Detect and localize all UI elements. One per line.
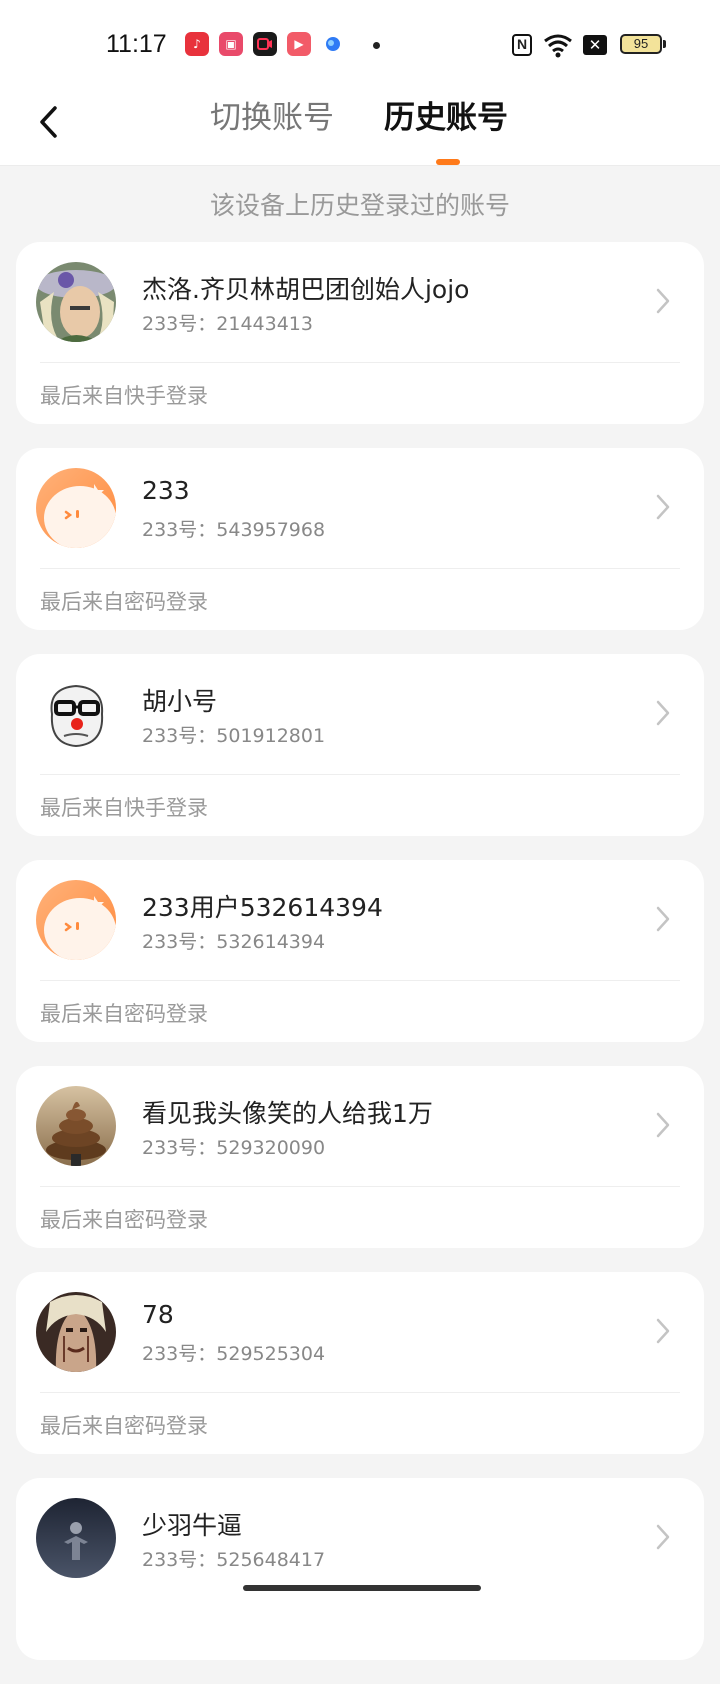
last-login-source: 最后来自密码登录 xyxy=(40,590,208,614)
account-avatar xyxy=(36,1086,116,1166)
account-name: 看见我头像笑的人给我1万 xyxy=(142,1099,433,1128)
chevron-right-icon xyxy=(656,288,670,314)
account-name: 杰洛.齐贝林胡巴团创始人jojo xyxy=(142,275,470,304)
account-id: 233号：543957968 xyxy=(142,519,326,541)
account-id: 233号：525648417 xyxy=(142,1549,326,1571)
header: 切换账号 历史账号 xyxy=(0,90,720,166)
account-id: 233号：532614394 xyxy=(142,931,326,953)
account-name: 233用户532614394 xyxy=(142,893,383,922)
account-name: 233 xyxy=(142,476,190,505)
card-divider xyxy=(40,568,680,569)
account-name: 78 xyxy=(142,1300,174,1329)
chevron-right-icon xyxy=(656,906,670,932)
video-app-icon: ▣ xyxy=(219,32,243,56)
account-id: 233号：501912801 xyxy=(142,725,326,747)
account-avatar xyxy=(36,262,116,342)
account-name: 胡小号 xyxy=(142,687,218,716)
card-divider xyxy=(40,774,680,775)
status-bar: 11:17 ♪ ▣ ▶ N ✕ 95 xyxy=(0,0,720,90)
tab-switch-account[interactable]: 切换账号 xyxy=(210,98,334,138)
account-avatar xyxy=(36,1498,116,1578)
chevron-right-icon xyxy=(656,494,670,520)
account-avatar xyxy=(36,468,116,548)
chevron-right-icon xyxy=(656,700,670,726)
account-card[interactable]: 233用户532614394 233号：532614394 最后来自密码登录 xyxy=(16,860,704,1042)
account-avatar xyxy=(36,1292,116,1372)
last-login-source: 最后来自快手登录 xyxy=(40,384,208,408)
chevron-right-icon xyxy=(656,1524,670,1550)
sim-off-icon: ✕ xyxy=(583,35,607,55)
account-name: 少羽牛逼 xyxy=(142,1511,243,1540)
chevron-right-icon xyxy=(656,1318,670,1344)
card-divider xyxy=(40,362,680,363)
account-avatar xyxy=(36,674,116,754)
card-divider xyxy=(40,980,680,981)
account-card[interactable]: 看见我头像笑的人给我1万 233号：529320090 最后来自密码登录 xyxy=(16,1066,704,1248)
active-tab-indicator xyxy=(436,159,460,165)
home-indicator[interactable] xyxy=(243,1585,481,1591)
card-divider xyxy=(40,1392,680,1393)
browser-app-icon xyxy=(321,32,345,56)
chevron-right-icon xyxy=(656,1112,670,1138)
account-avatar xyxy=(36,880,116,960)
last-login-source: 最后来自密码登录 xyxy=(40,1414,208,1438)
account-id: 233号：529525304 xyxy=(142,1343,326,1365)
account-card[interactable]: 少羽牛逼 233号：525648417 xyxy=(16,1478,704,1660)
music-app-icon: ♪ xyxy=(185,32,209,56)
play-app-icon: ▶ xyxy=(287,32,311,56)
account-id: 233号：21443413 xyxy=(142,313,313,335)
account-id: 233号：529320090 xyxy=(142,1137,326,1159)
account-list: 杰洛.齐贝林胡巴团创始人jojo 233号：21443413 最后来自快手登录 … xyxy=(16,242,704,1684)
account-card[interactable]: 杰洛.齐贝林胡巴团创始人jojo 233号：21443413 最后来自快手登录 xyxy=(16,242,704,424)
notification-dot xyxy=(373,42,380,49)
last-login-source: 最后来自快手登录 xyxy=(40,796,208,820)
battery-icon: 95 xyxy=(620,34,666,54)
chevron-left-icon xyxy=(40,106,57,138)
last-login-source: 最后来自密码登录 xyxy=(40,1002,208,1026)
page-subtitle: 该设备上历史登录过的账号 xyxy=(209,191,510,220)
nfc-icon: N xyxy=(512,34,532,56)
back-button[interactable] xyxy=(26,100,70,144)
account-card[interactable]: 78 233号：529525304 最后来自密码登录 xyxy=(16,1272,704,1454)
tab-history-account[interactable]: 历史账号 xyxy=(384,98,508,138)
status-time: 11:17 xyxy=(106,30,167,58)
camera-app-icon xyxy=(253,32,277,56)
card-divider xyxy=(40,1186,680,1187)
account-card[interactable]: 胡小号 233号：501912801 最后来自快手登录 xyxy=(16,654,704,836)
wifi-icon xyxy=(544,34,572,58)
account-card[interactable]: 233 233号：543957968 最后来自密码登录 xyxy=(16,448,704,630)
last-login-source: 最后来自密码登录 xyxy=(40,1208,208,1232)
